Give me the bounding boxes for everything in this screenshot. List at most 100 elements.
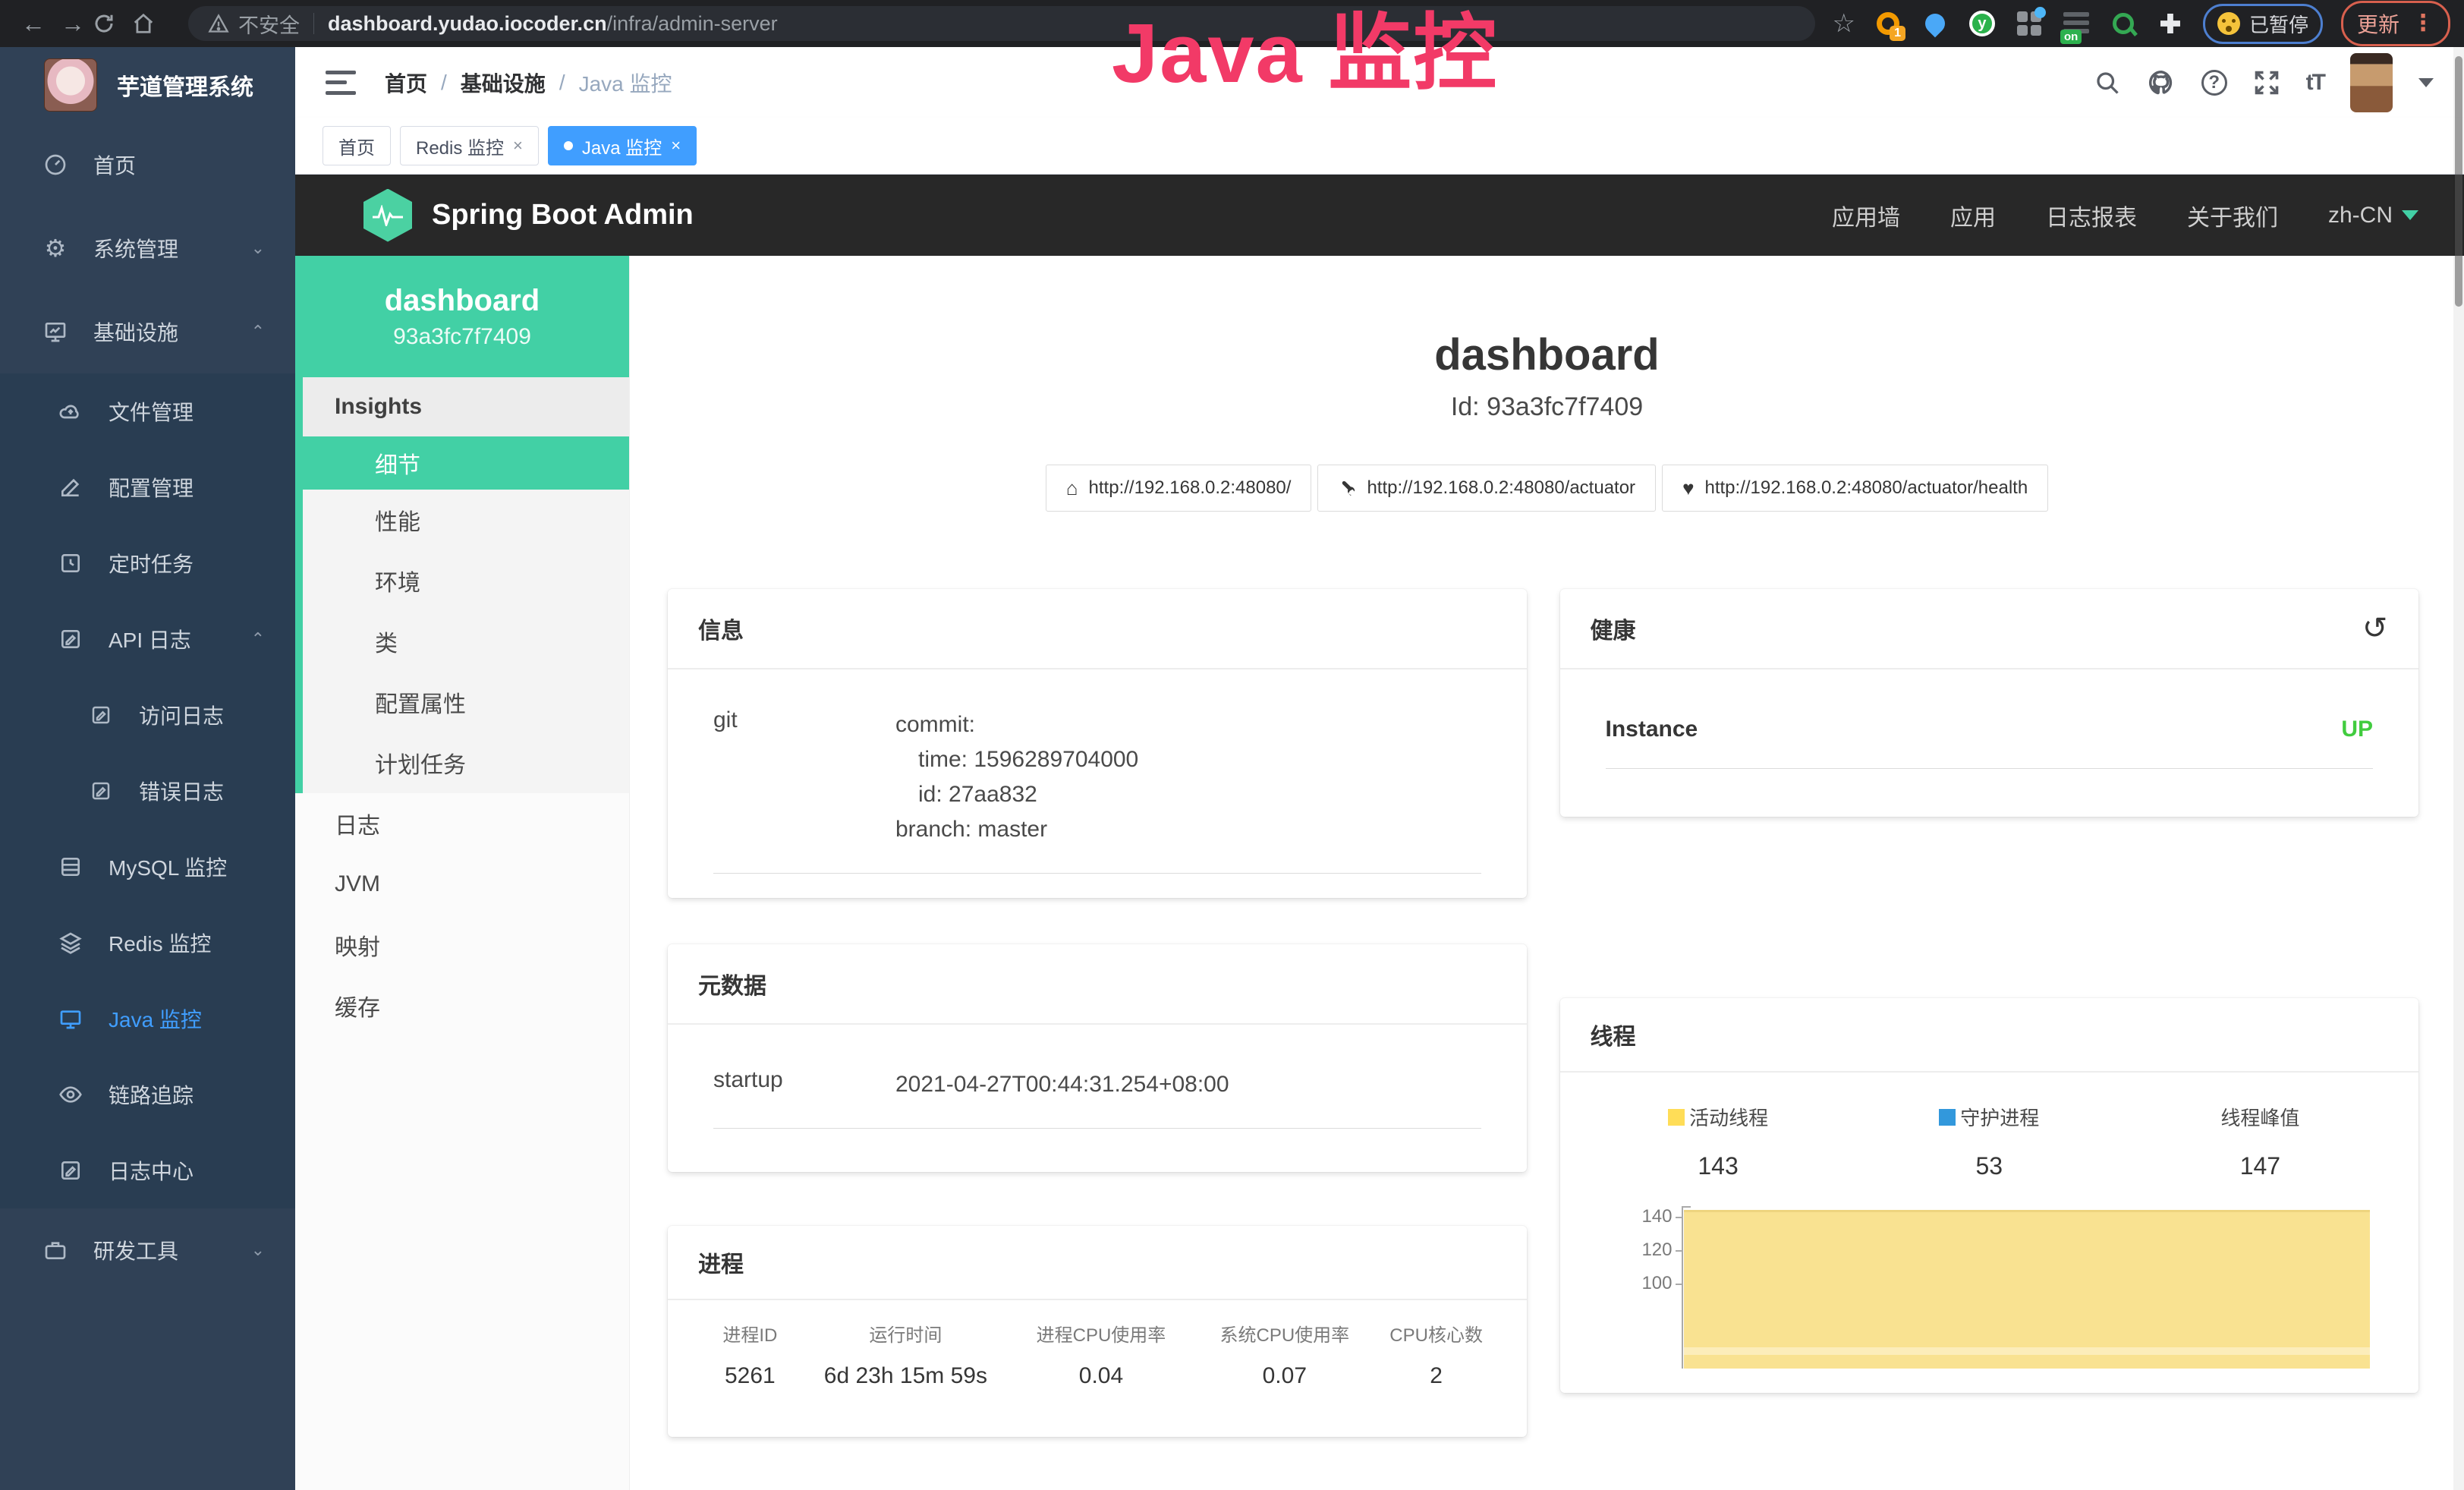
row-label: git [713, 707, 895, 847]
spring-boot-admin-logo[interactable] [363, 189, 412, 242]
chevron-down-icon: ⌄ [251, 1240, 265, 1260]
close-icon[interactable]: × [671, 136, 681, 156]
user-avatar[interactable] [2350, 53, 2393, 112]
sba-menu-jvm[interactable]: JVM [295, 854, 629, 915]
info-git-row: git commit: time: 1596289704000 id: 27aa… [713, 707, 1481, 874]
extension-grid-icon[interactable] [2015, 9, 2044, 38]
sba-menu-metrics[interactable]: 性能 [303, 490, 629, 550]
y-axis-tick-label: 100 [1583, 1274, 1673, 1293]
sba-menu-scheduled-tasks[interactable]: 计划任务 [303, 732, 629, 793]
extension-y-icon[interactable]: y [1968, 9, 1997, 38]
tab-home[interactable]: 首页 [323, 126, 391, 165]
sba-nav-applications[interactable]: 应用 [1950, 199, 1996, 232]
briefcase-icon [42, 1238, 69, 1262]
github-icon[interactable] [2147, 68, 2176, 97]
y-axis-tick [1676, 1284, 1683, 1285]
sba-nav-journal[interactable]: 日志报表 [2046, 199, 2137, 232]
sidebar-item-java[interactable]: Java 监控 [0, 981, 295, 1057]
sba-menu-environment[interactable]: 环境 [303, 550, 629, 611]
column-header: 进程CPU使用率 [1009, 1320, 1193, 1363]
sba-menu-classes[interactable]: 类 [303, 611, 629, 672]
font-size-icon[interactable]: tT [2306, 70, 2324, 96]
table-row: 5261 6d 23h 15m 59s 0.04 0.07 2 [698, 1363, 1496, 1389]
row-label: Instance [1606, 717, 1788, 742]
column-header: CPU核心数 [1377, 1320, 1496, 1363]
user-menu-caret-icon[interactable] [2418, 78, 2434, 87]
sba-menu-caches[interactable]: 缓存 [295, 975, 629, 1036]
tags-view-bar: 首页 Redis 监控 × Java 监控 × [295, 118, 2464, 175]
uptime-value: 6d 23h 15m 59s [802, 1363, 1009, 1389]
info-card: 信息 git commit: time: 1596289704000 id: 2… [668, 589, 1527, 898]
address-bar[interactable]: 不安全 dashboard.yudao.iocoder.cn /infra/ad… [188, 6, 1815, 41]
sba-nav-wallboard[interactable]: 应用墙 [1832, 199, 1900, 232]
forward-icon[interactable]: → [53, 10, 93, 38]
sba-menu-logfile[interactable]: 日志 [295, 793, 629, 854]
reload-icon[interactable] [93, 12, 132, 35]
sidebar-item-log-center[interactable]: 日志中心 [0, 1132, 295, 1208]
tab-redis-monitor[interactable]: Redis 监控 × [400, 126, 539, 165]
edit-icon [57, 475, 84, 499]
y-axis-tick-label: 120 [1583, 1241, 1673, 1259]
column-header: 进程ID [698, 1320, 802, 1363]
app-logo-row[interactable]: 芋道管理系统 [0, 47, 295, 123]
sidebar-item-file[interactable]: 文件管理 [0, 373, 295, 449]
sidebar-item-trace[interactable]: 链路追踪 [0, 1057, 295, 1132]
page-subtitle: Id: 93a3fc7f7409 [630, 392, 2464, 422]
scheduled-task-icon [57, 551, 84, 575]
extension-pin-icon[interactable] [1921, 9, 1949, 38]
card-title: 进程 [698, 1246, 744, 1279]
instance-header[interactable]: dashboard 93a3fc7f7409 [295, 256, 629, 377]
sidebar-item-infra[interactable]: 基础设施 ⌃ [0, 290, 295, 373]
locale-select[interactable]: zh-CN [2328, 203, 2418, 228]
sidebar-item-config[interactable]: 配置管理 [0, 449, 295, 525]
service-url-button[interactable]: ⌂ http://192.168.0.2:48080/ [1046, 465, 1312, 512]
bookmark-star-icon[interactable]: ☆ [1832, 8, 1855, 39]
sidebar-item-api-log[interactable]: API 日志 ⌃ [0, 601, 295, 677]
breadcrumb-infra[interactable]: 基础设施 [461, 68, 546, 98]
health-url-button[interactable]: ♥ http://192.168.0.2:48080/actuator/heal… [1662, 465, 2048, 512]
sba-brand-title[interactable]: Spring Boot Admin [432, 199, 694, 232]
extension-list-icon[interactable]: on [2062, 9, 2091, 38]
metadata-card: 元数据 startup 2021-04-27T00:44:31.254+08:0… [668, 944, 1527, 1172]
back-icon[interactable]: ← [14, 10, 53, 38]
heart-icon: ♥ [1682, 477, 1694, 500]
scrollbar-thumb[interactable] [2455, 56, 2462, 307]
sidebar-item-home[interactable]: 首页 [0, 123, 295, 206]
sidebar-item-devtools[interactable]: 研发工具 ⌄ [0, 1208, 295, 1292]
row-value: 2021-04-27T00:44:31.254+08:00 [895, 1067, 1229, 1102]
tab-java-monitor[interactable]: Java 监控 × [548, 126, 697, 165]
sidebar-item-redis[interactable]: Redis 监控 [0, 905, 295, 981]
close-icon[interactable]: × [513, 136, 523, 156]
card-title: 线程 [1591, 1018, 1636, 1051]
sba-menu-details[interactable]: 细节 [303, 436, 629, 490]
sba-menu-config-props[interactable]: 配置属性 [303, 672, 629, 732]
sidebar-item-mysql[interactable]: MySQL 监控 [0, 829, 295, 905]
fullscreen-icon[interactable] [2253, 69, 2280, 96]
browser-update-button[interactable]: 更新 ⋮ [2341, 1, 2450, 46]
java-monitor-icon [57, 1006, 84, 1031]
sba-nav-about[interactable]: 关于我们 [2187, 199, 2278, 232]
breadcrumb-home[interactable]: 首页 [385, 68, 427, 98]
history-icon[interactable]: ↻ [2362, 613, 2388, 644]
extension-leaf-icon[interactable] [2109, 9, 2138, 38]
actuator-url-button[interactable]: http://192.168.0.2:48080/actuator [1317, 465, 1656, 512]
url-path: /infra/admin-server [607, 12, 778, 36]
paused-profile-badge[interactable]: 已暂停 [2203, 4, 2323, 44]
sba-menu-mappings[interactable]: 映射 [295, 915, 629, 975]
threads-chart: 140 120 100 [1583, 1202, 2396, 1338]
home-icon[interactable] [132, 12, 172, 35]
sidebar-item-access-log[interactable]: 访问日志 [0, 677, 295, 753]
extension-puzzle-icon[interactable] [2156, 9, 2185, 38]
sidebar-collapse-icon[interactable] [326, 71, 356, 95]
page-scrollbar[interactable] [2453, 47, 2464, 1490]
sidebar-item-system[interactable]: ⚙ 系统管理 ⌄ [0, 206, 295, 290]
layers-icon [57, 931, 84, 955]
chevron-down-icon [2402, 210, 2418, 220]
extension-orange-icon[interactable]: 1 [1874, 9, 1902, 38]
browser-menu-kebab-icon[interactable]: ⋮ [2412, 12, 2434, 35]
sidebar-item-job[interactable]: 定时任务 [0, 525, 295, 601]
sidebar-item-error-log[interactable]: 错误日志 [0, 753, 295, 829]
search-icon[interactable] [2094, 69, 2121, 96]
help-icon[interactable]: ? [2201, 70, 2227, 96]
live-threads-area-series [1684, 1210, 2371, 1369]
